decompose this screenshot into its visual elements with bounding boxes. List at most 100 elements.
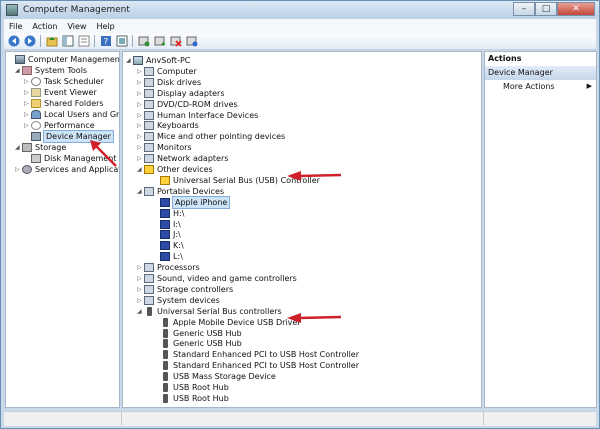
show-hide-console-tree-icon[interactable] xyxy=(61,35,74,48)
device-tree-item[interactable]: Generic USB Hub xyxy=(153,338,242,349)
chevron-right-icon[interactable]: ▶ xyxy=(587,82,592,90)
device-tree-item[interactable]: ▷ Mice and other pointing devices xyxy=(137,131,285,142)
expander[interactable]: ▷ xyxy=(24,122,31,129)
device-tree-item[interactable]: Apple iPhone xyxy=(153,195,231,209)
menu-action[interactable]: Action xyxy=(27,22,62,31)
device-tree-item[interactable]: ▷ Network adapters xyxy=(137,153,228,164)
close-button[interactable]: ✕ xyxy=(557,2,595,16)
device-tree-item[interactable]: ◢ Portable Devices xyxy=(137,186,224,197)
tree-item-storage[interactable]: ◢ Storage xyxy=(15,142,66,153)
pc-icon xyxy=(133,56,143,65)
expander[interactable]: ▷ xyxy=(137,101,144,108)
expander[interactable]: ▷ xyxy=(137,286,144,293)
back-arrow-icon[interactable] xyxy=(7,35,20,48)
device-tree-item[interactable]: H:\ xyxy=(153,208,184,219)
device-tree-item[interactable]: ▷ Human Interface Devices xyxy=(137,110,258,121)
expander[interactable]: ▷ xyxy=(24,111,31,118)
expander[interactable]: ▷ xyxy=(24,100,31,107)
expander[interactable]: ▷ xyxy=(137,90,144,97)
uninstall-icon[interactable] xyxy=(169,35,182,48)
device-icon xyxy=(144,284,154,294)
device-tree-item[interactable]: USB Mass Storage Device xyxy=(153,371,276,382)
device-tree-item[interactable]: ▷ System devices xyxy=(137,295,220,306)
up-folder-icon[interactable] xyxy=(45,35,58,48)
tree-item-event-viewer[interactable]: ▷ Event Viewer xyxy=(24,87,97,98)
status-segment xyxy=(122,412,484,425)
tools-icon xyxy=(22,66,32,75)
device-tree-item[interactable]: ◢ AnvSoft-PC xyxy=(126,55,190,66)
tree-item-local-users-groups[interactable]: ▷ Local Users and Groups xyxy=(24,109,119,120)
view-icon[interactable] xyxy=(115,35,128,48)
help-icon[interactable]: ? xyxy=(99,35,112,48)
expander[interactable]: ▷ xyxy=(24,89,31,96)
device-tree-label: USB Root Hub xyxy=(173,393,229,403)
maximize-button[interactable]: □ xyxy=(535,2,557,16)
expander[interactable]: ◢ xyxy=(15,67,22,74)
device-tree-item[interactable]: ▷ DVD/CD-ROM drives xyxy=(137,99,238,110)
menu-view[interactable]: View xyxy=(62,22,91,31)
device-tree-item[interactable]: Generic USB Hub xyxy=(153,328,242,339)
tree-item-shared-folders[interactable]: ▷ Shared Folders xyxy=(24,98,104,109)
tree-item-performance[interactable]: ▷ Performance xyxy=(24,120,95,131)
properties-icon[interactable] xyxy=(77,35,90,48)
forward-arrow-icon[interactable] xyxy=(23,35,36,48)
device-tree-item[interactable]: L:\ xyxy=(153,251,183,262)
expander[interactable]: ▷ xyxy=(137,133,144,140)
device-tree-item[interactable]: J:\ xyxy=(153,229,181,240)
device-tree-label: Disk drives xyxy=(157,77,202,87)
expander[interactable]: ▷ xyxy=(137,144,144,151)
svg-text:?: ? xyxy=(103,38,108,48)
menu-file[interactable]: File xyxy=(4,22,27,31)
phone-icon xyxy=(160,230,170,240)
expander[interactable]: ▷ xyxy=(137,122,144,129)
device-tree-item[interactable]: ▷ Display adapters xyxy=(137,88,225,99)
device-tree-item[interactable]: ▷ Keyboards xyxy=(137,120,199,131)
expander[interactable]: ▷ xyxy=(24,78,31,85)
scan-hardware-icon[interactable] xyxy=(137,35,150,48)
title-bar[interactable]: Computer Management – □ ✕ xyxy=(1,1,599,19)
expander[interactable]: ▷ xyxy=(137,112,144,119)
expander[interactable]: ▷ xyxy=(137,68,144,75)
device-tree-item[interactable]: ▷ Disk drives xyxy=(137,77,201,88)
device-tree-label: Monitors xyxy=(157,143,192,153)
expander[interactable]: ▷ xyxy=(137,264,144,271)
expander[interactable]: ◢ xyxy=(15,144,22,151)
expander[interactable]: ▷ xyxy=(137,275,144,282)
expander[interactable]: ▷ xyxy=(137,155,144,162)
more-actions-link[interactable]: More Actions xyxy=(503,82,555,91)
device-icon xyxy=(144,186,154,196)
device-tree-label: Network adapters xyxy=(157,154,229,164)
device-tree-item[interactable]: USB Root Hub xyxy=(153,393,229,404)
tree-item-computer-management[interactable]: Computer Management (Local xyxy=(8,54,119,65)
minimize-button[interactable]: – xyxy=(513,2,535,16)
device-tree-item[interactable]: USB Root Hub xyxy=(153,382,229,393)
expander[interactable]: ◢ xyxy=(137,308,144,315)
disk-icon xyxy=(31,154,41,163)
annotation-arrow-icon xyxy=(287,171,342,181)
enable-device-icon[interactable] xyxy=(185,35,198,48)
device-tree-item[interactable]: K:\ xyxy=(153,240,184,251)
device-tree-item[interactable]: ◢ Other devices xyxy=(137,164,213,175)
menu-help[interactable]: Help xyxy=(91,22,119,31)
device-tree-item[interactable]: Standard Enhanced PCI to USB Host Contro… xyxy=(153,349,359,360)
expander[interactable]: ◢ xyxy=(137,166,144,173)
device-tree-item[interactable]: ◢ Universal Serial Bus controllers xyxy=(137,306,282,317)
device-tree-item[interactable]: Apple Mobile Device USB Driver xyxy=(153,317,301,328)
device-tree-item[interactable]: ▷ Computer xyxy=(137,66,197,77)
device-tree-item[interactable]: I:\ xyxy=(153,219,181,230)
expander[interactable]: ▷ xyxy=(15,166,22,173)
device-tree-item[interactable]: ▷ Processors xyxy=(137,262,200,273)
device-tree-item[interactable]: ▷ Monitors xyxy=(137,142,192,153)
tree-item-task-scheduler[interactable]: ▷ Task Scheduler xyxy=(24,76,104,87)
update-driver-icon[interactable] xyxy=(153,35,166,48)
device-tree-item[interactable]: ▷ Sound, video and game controllers xyxy=(137,273,297,284)
expander[interactable]: ◢ xyxy=(137,188,144,195)
device-tree-item[interactable]: ▷ Storage controllers xyxy=(137,284,233,295)
expander[interactable]: ◢ xyxy=(126,57,133,64)
tree-item-system-tools[interactable]: ◢ System Tools xyxy=(15,65,87,76)
actions-section-device-manager[interactable]: Device Manager xyxy=(485,66,596,80)
toolbar-separator xyxy=(94,35,95,47)
device-tree-item[interactable]: Standard Enhanced PCI to USB Host Contro… xyxy=(153,360,359,371)
expander[interactable]: ▷ xyxy=(137,79,144,86)
expander[interactable]: ▷ xyxy=(137,297,144,304)
